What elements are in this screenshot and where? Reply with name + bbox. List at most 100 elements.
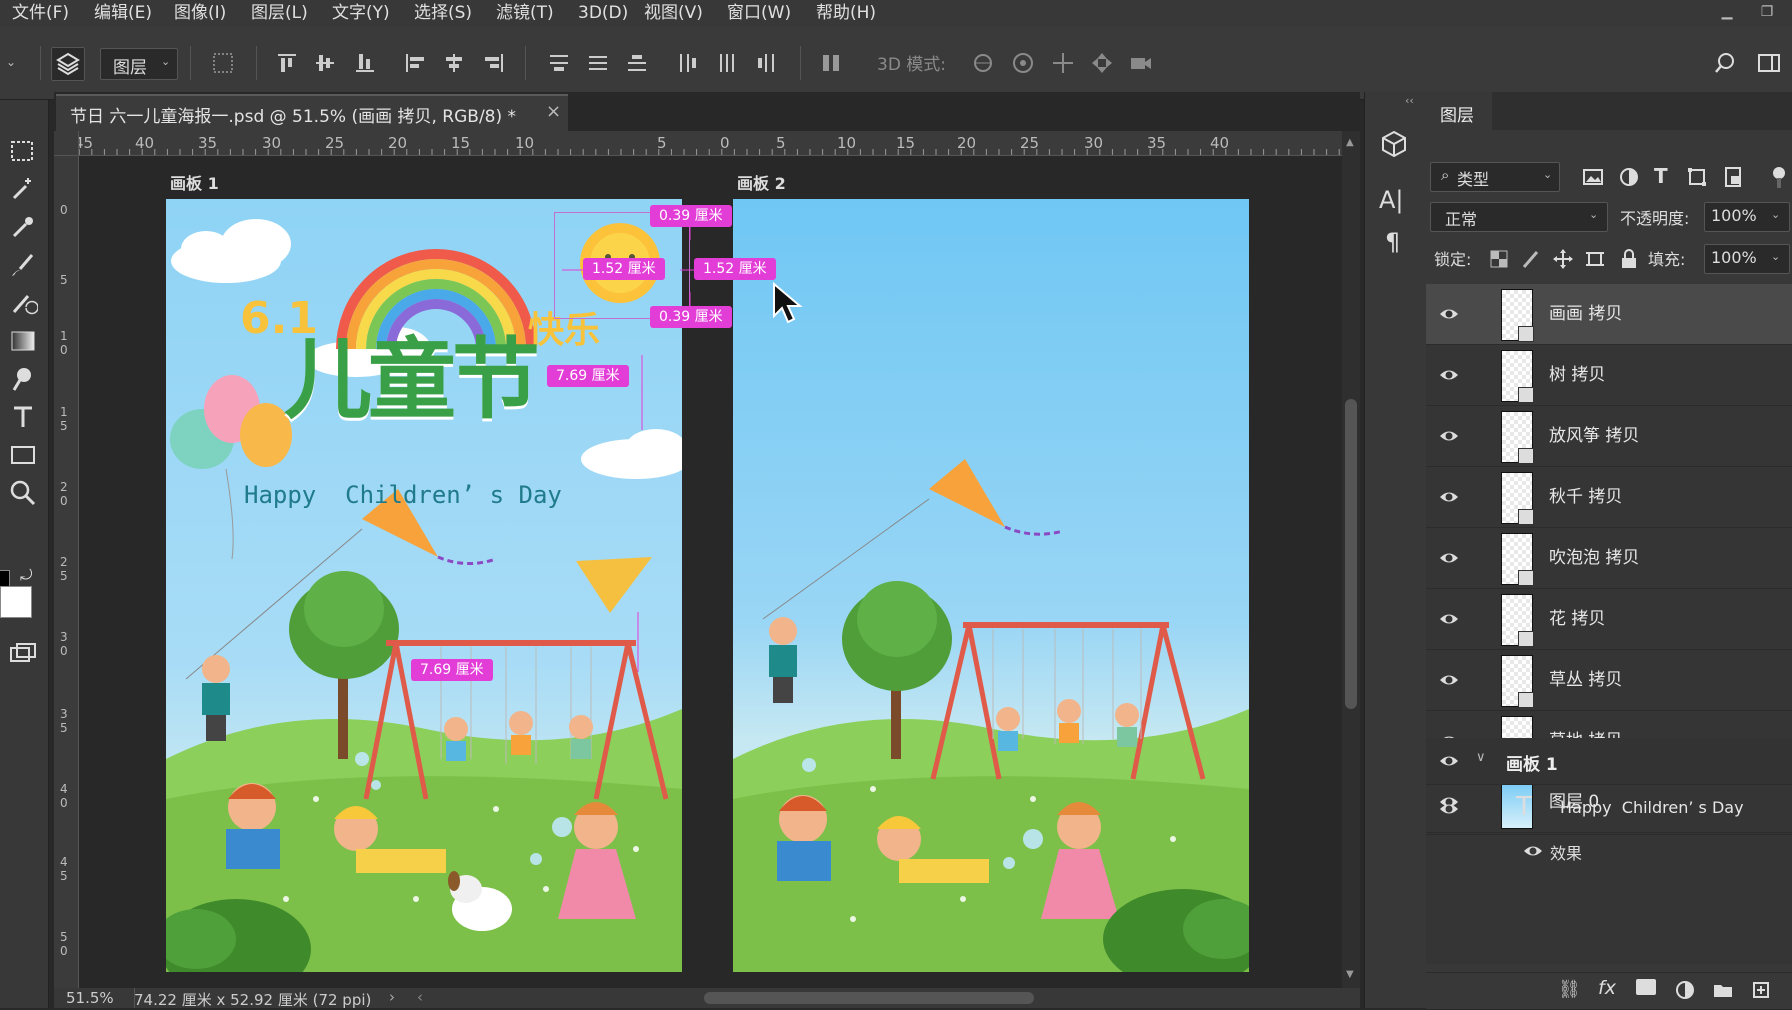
lock-transparent-icon[interactable] <box>1488 248 1510 270</box>
history-brush-tool-icon[interactable] <box>8 288 39 318</box>
eye-icon[interactable] <box>1438 798 1460 820</box>
search-icon[interactable] <box>1712 50 1738 76</box>
layers-tab[interactable]: 图层 <box>1426 92 1492 130</box>
align-left-icon[interactable] <box>402 50 428 76</box>
eye-icon[interactable] <box>1438 669 1460 691</box>
character-panel-icon[interactable]: A| <box>1379 186 1404 214</box>
pan-3d-icon[interactable] <box>1050 50 1076 76</box>
lock-position-icon[interactable] <box>1552 248 1574 270</box>
filter-type-icon[interactable]: T <box>1654 164 1668 188</box>
eye-icon[interactable] <box>1438 486 1460 508</box>
menu-3d[interactable]: 3D(D) <box>578 0 628 27</box>
screen-mode-icon[interactable] <box>8 640 38 670</box>
swap-colors-icon[interactable]: ⤾ <box>20 566 33 584</box>
artboard-1-label[interactable]: 画板 1 <box>170 170 219 194</box>
link-layers-icon[interactable]: ⛓ <box>1558 979 1581 1000</box>
new-group-folder-icon[interactable] <box>1712 979 1734 1001</box>
layer-row[interactable]: 吹泡泡 拷贝 <box>1426 528 1792 589</box>
distribute-spacing-icon[interactable] <box>818 50 844 76</box>
distribute-bottom-icon[interactable] <box>624 50 650 76</box>
fill-input[interactable]: 100% ⌄ <box>1704 244 1790 274</box>
lock-all-icon[interactable] <box>1618 248 1640 270</box>
menu-layer[interactable]: 图层(L) <box>251 0 308 27</box>
horizontal-scrollbar-thumb[interactable] <box>704 992 1034 1004</box>
background-color-swatch[interactable] <box>0 586 32 618</box>
menu-help[interactable]: 帮助(H) <box>816 0 876 27</box>
filter-adjustment-icon[interactable] <box>1618 166 1640 188</box>
add-mask-icon[interactable] <box>1636 979 1656 995</box>
eye-icon[interactable] <box>1438 547 1460 569</box>
zoom-tool-icon[interactable] <box>8 478 38 508</box>
orbit-3d-icon[interactable] <box>970 50 996 76</box>
transform-controls-icon[interactable] <box>210 50 236 76</box>
menu-edit[interactable]: 编辑(E) <box>94 0 152 27</box>
filter-smartobject-icon[interactable] <box>1722 166 1744 188</box>
menu-window[interactable]: 窗口(W) <box>727 0 791 27</box>
minimize-button[interactable]: ▁ <box>1716 2 1738 22</box>
align-top-icon[interactable] <box>274 50 300 76</box>
magic-wand-tool-icon[interactable] <box>8 174 38 204</box>
eye-icon[interactable] <box>1522 840 1544 862</box>
eyedropper-tool-icon[interactable] <box>8 212 38 242</box>
filter-kind-select[interactable]: ⌕ 类型 ⌄ <box>1430 162 1560 192</box>
dodge-tool-icon[interactable] <box>8 364 38 394</box>
3d-panel-icon[interactable] <box>1379 128 1409 158</box>
type-tool-icon[interactable] <box>8 402 38 432</box>
marquee-tool-icon[interactable] <box>8 136 38 166</box>
artboard-2-label[interactable]: 画板 2 <box>737 170 786 194</box>
eye-icon[interactable] <box>1438 425 1460 447</box>
group-row-artboard-1[interactable]: ∨ 画板 1 <box>1426 738 1792 785</box>
filter-pixel-icon[interactable] <box>1582 166 1604 188</box>
blend-mode-select[interactable]: 正常 ⌄ <box>1430 202 1608 232</box>
eye-icon[interactable] <box>1438 608 1460 630</box>
filter-shape-icon[interactable] <box>1686 166 1708 188</box>
collapse-dock-icon[interactable]: ‹‹ <box>1405 94 1414 107</box>
document-info[interactable]: 74.22 厘米 x 52.92 厘米 (72 ppi) <box>134 989 371 1010</box>
filter-toggle[interactable] <box>1772 166 1786 188</box>
effects-row[interactable]: 效果 <box>1426 834 1792 868</box>
distribute-hcenter-icon[interactable] <box>714 50 740 76</box>
ruler-origin[interactable] <box>54 131 79 156</box>
document-tab[interactable]: 节日 六一儿童海报一.psd @ 51.5% (画画 拷贝, RGB/8) * … <box>56 94 568 132</box>
align-right-icon[interactable] <box>481 50 507 76</box>
align-bottom-icon[interactable] <box>352 50 378 76</box>
new-adjustment-icon[interactable] <box>1674 979 1696 1001</box>
distribute-top-icon[interactable] <box>546 50 572 76</box>
eye-icon[interactable] <box>1438 750 1460 772</box>
target-select[interactable]: 图层 ⌄ <box>100 48 178 80</box>
roll-3d-icon[interactable] <box>1010 50 1036 76</box>
layer-row[interactable]: 花 拷贝 <box>1426 589 1792 650</box>
auto-select-icon[interactable] <box>51 47 85 81</box>
opacity-input[interactable]: 100% ⌄ <box>1704 202 1790 232</box>
hscroll-left-icon[interactable]: ‹ <box>417 988 423 1006</box>
eye-icon[interactable] <box>1438 303 1460 325</box>
menu-view[interactable]: 视图(V) <box>644 0 703 27</box>
scroll-up-icon[interactable]: ▲ <box>1346 137 1354 148</box>
layer-row[interactable]: 秋千 拷贝 <box>1426 467 1792 528</box>
layer-row[interactable]: 画画 拷贝 <box>1426 284 1792 345</box>
brush-tool-icon[interactable] <box>8 250 38 280</box>
eye-icon[interactable] <box>1438 364 1460 386</box>
layer-row[interactable]: 树 拷贝 <box>1426 345 1792 406</box>
gradient-tool-icon[interactable] <box>8 326 38 356</box>
chevron-down-icon[interactable]: ∨ <box>1476 750 1486 765</box>
fx-icon[interactable]: fx <box>1598 977 1616 999</box>
layer-row[interactable]: 草丛 拷贝 <box>1426 650 1792 711</box>
menu-select[interactable]: 选择(S) <box>414 0 472 27</box>
status-menu-chevron-icon[interactable]: › <box>389 988 395 1006</box>
paragraph-panel-icon[interactable]: ¶ <box>1385 228 1400 256</box>
lock-pixels-icon[interactable] <box>1520 248 1542 270</box>
distribute-right-icon[interactable] <box>753 50 779 76</box>
close-tab-icon[interactable]: × <box>546 101 561 122</box>
camera-3d-icon[interactable] <box>1128 50 1154 76</box>
menu-image[interactable]: 图像(I) <box>174 0 226 27</box>
distribute-vcenter-icon[interactable] <box>585 50 611 76</box>
distribute-left-icon[interactable] <box>675 50 701 76</box>
align-hcenter-icon[interactable] <box>441 50 467 76</box>
align-vcenter-icon[interactable] <box>312 50 338 76</box>
menu-type[interactable]: 文字(Y) <box>332 0 390 27</box>
tool-preset-chevron-icon[interactable]: ⌄ <box>6 55 16 69</box>
menu-file[interactable]: 文件(F) <box>12 0 69 27</box>
lock-artboard-icon[interactable] <box>1584 248 1606 270</box>
layer-row[interactable]: 放风筝 拷贝 <box>1426 406 1792 467</box>
